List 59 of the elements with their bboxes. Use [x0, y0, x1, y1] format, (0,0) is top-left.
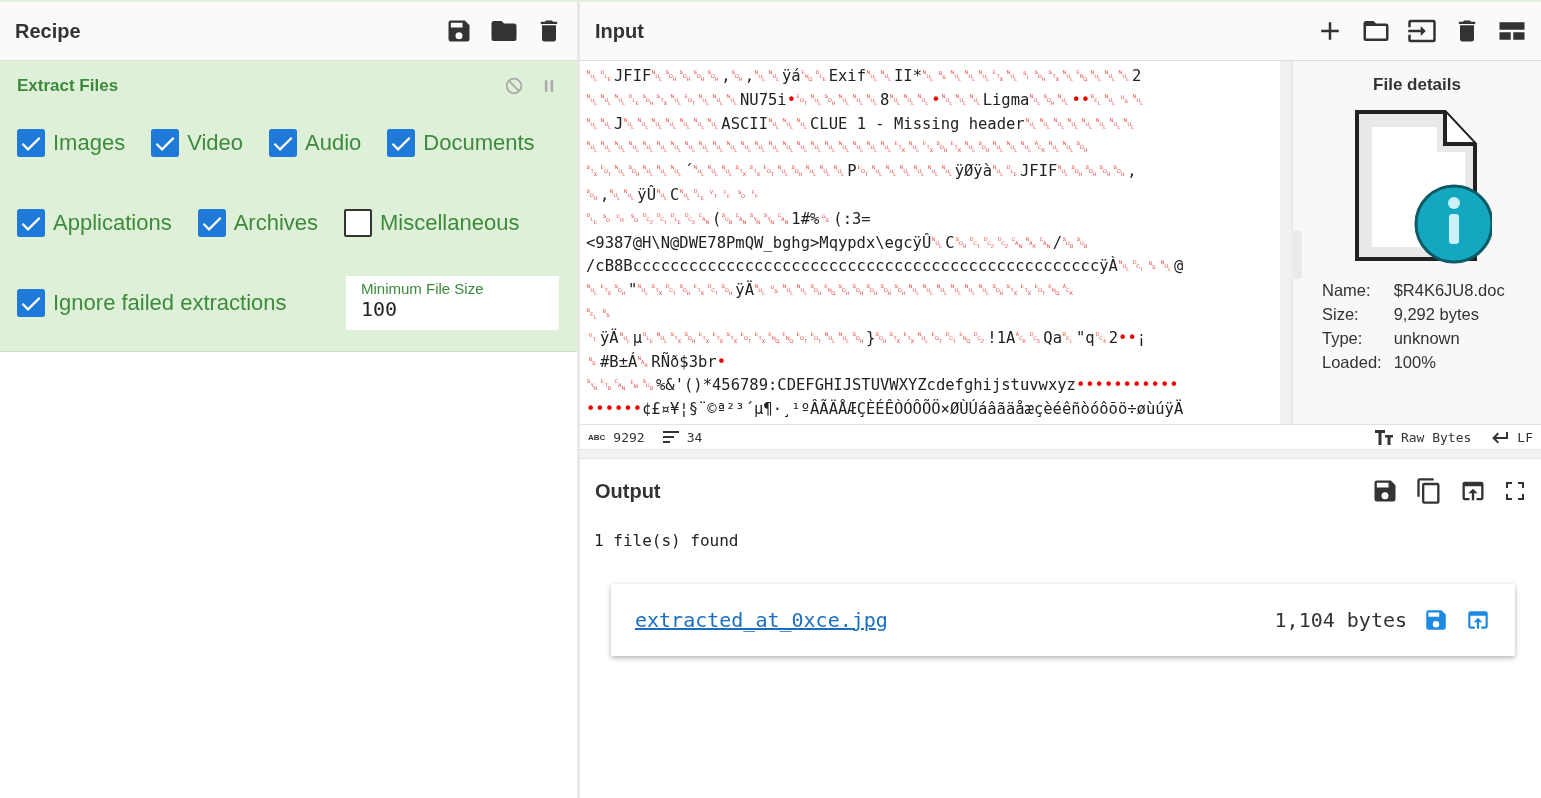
panel-title: Input [595, 19, 645, 43]
operation-title: Extract Files [17, 76, 120, 96]
file-link[interactable]: extracted_at_0xce.jpg [635, 608, 1259, 632]
code-line: ␀␐JFIF␀␁␁␁␁,␁,␀␀ÿá␅␐Exif␀␀II*␀␈␀␀␀␃␀␏␁␂␀␅␀␀␀2 [586, 66, 1143, 87]
checkbox[interactable] [17, 129, 45, 157]
checkbox-label: Archives [233, 210, 318, 236]
file-size: 1,104 bytes [1274, 608, 1407, 632]
eol-label[interactable]: LF [1517, 429, 1533, 445]
code-line: ␇␈ [586, 303, 615, 325]
code-line: /cB8BccccccccccccccccccccccccccccccccccccccccccccccccccÿÀ␀␑␈␀@ [586, 255, 1185, 278]
detail-label: Name: [1322, 281, 1372, 300]
checkbox-label: Applications [53, 210, 172, 236]
detail-value: 9,292 bytes [1393, 305, 1480, 324]
code-line: ••••••¢£¤¥¦§¨©ª²³´µ¶·¸¹ºÂÃÄÅÆÇÈÉÊÒÓÔÕÖ×ØÙÚáâãäåæçèéêñòóôõö÷øùúÿÄ [586, 398, 1185, 421]
detail-value: unknown [1393, 329, 1461, 348]
detail-label: Size: [1322, 305, 1360, 324]
code-line: ␈#B±Á␕RÑð$3br• [586, 351, 727, 373]
output-message: 1 file(s) found [593, 530, 740, 550]
number-field[interactable]: Minimum File Size 100 [346, 276, 559, 330]
checkbox-label: Ignore failed extractions [53, 290, 287, 316]
line-count: 34 [686, 429, 703, 445]
code-line: ␀␀J␀␀␀␀␀␀␀ASCII␀␀␀CLUE 1 - Missing header␀␀␀␀␀␀␀␀ [586, 113, 1138, 135]
checkbox-label: Video [187, 130, 244, 156]
code-line: ␁,␀␀ÿÛ␀C␀␐␋␌␎␌ [586, 184, 765, 206]
char-count: 9292 [613, 429, 645, 445]
checkbox[interactable] [269, 129, 298, 157]
code-line: ␀␀␀␐␁␂␀␄␀␀␀NU75i•␄␀␁␀␀␀8␀␀␀•␀␀␀Ligma␀␁␀••␇␀␟␀ [586, 89, 1148, 111]
checkbox-label: Images [53, 130, 126, 156]
code-line: ␀␀␀␀␀␀␀␀␀␀␀␀␀␀␀␀␀␀␀␀␀␀␃␀␃␁␃␀␁␀␀␀␆␀␀␁ [586, 137, 1091, 159]
detail-value: 100% [1393, 353, 1437, 372]
checkbox-label: Documents [423, 130, 535, 156]
code-line: <9387@H\N@DWE78PmQW_bghg>Mqypdx\egcÿÛ␀C␁␑␒␒␘␕␘/␚␚ [586, 232, 1091, 254]
code-line: ␋ÿÄ␀µ␐␀␂␁␃␃␂␄␃␅␅␄␄␀␀␁}␁␂␃␀␄␑␅␒!1A␆␓Qa␇"q␔2••¡ [586, 327, 1148, 349]
code-line: ␂␄␀␁␀␀␀´␀␀␀␂␂␄␀␁␀␀␀P␄␀␀␀␀␀␀ÿØÿà␀␐JFIF␀␁␁␁␁, [586, 161, 1138, 183]
checkbox[interactable] [387, 129, 416, 157]
checkbox[interactable] [151, 129, 180, 157]
detail-label: Loaded: [1322, 353, 1382, 372]
fullscreen-icon[interactable] [1503, 479, 1527, 503]
copy-icon[interactable] [1415, 477, 1443, 505]
panel-title: Recipe [15, 19, 82, 43]
checkbox[interactable] [197, 209, 226, 237]
checkbox-label: Miscellaneous [380, 210, 520, 236]
detail-label: Type: [1322, 329, 1364, 348]
checkbox[interactable] [17, 209, 45, 237]
code-line: ␐␎␍␎␒␑␐␓␘(␚␘␖␖␘1#%␝(:3= [586, 208, 872, 230]
checkbox[interactable] [344, 209, 372, 237]
checkbox-label: Audio [305, 130, 362, 156]
length-icon: ABC [588, 432, 606, 442]
encoding-label[interactable]: Raw Bytes [1400, 429, 1472, 445]
checkbox[interactable] [17, 289, 45, 317]
text-format-icon[interactable] [1374, 429, 1393, 445]
panel-title: Output [595, 479, 662, 503]
code-line: ␀␃␁"␀␂␑␁␃␑␁ÿÄ␀␟␀␀␁␅␁␁␁␁␁␀␀␀␀␀␀␁␂␃␄␅␆ [586, 279, 1077, 302]
detail-value: $R4K6JU8.doc [1393, 281, 1505, 300]
resize-handle[interactable] [580, 449, 1541, 459]
details-title: File details [1373, 75, 1461, 95]
code-line: ␖␗␘␙␚%&'()*456789:CDEFGHIJSTUVWXYZcdefghijstuvwxyz••••••••••• [586, 375, 1180, 397]
lines-icon [662, 430, 679, 444]
return-icon[interactable] [1491, 430, 1510, 444]
